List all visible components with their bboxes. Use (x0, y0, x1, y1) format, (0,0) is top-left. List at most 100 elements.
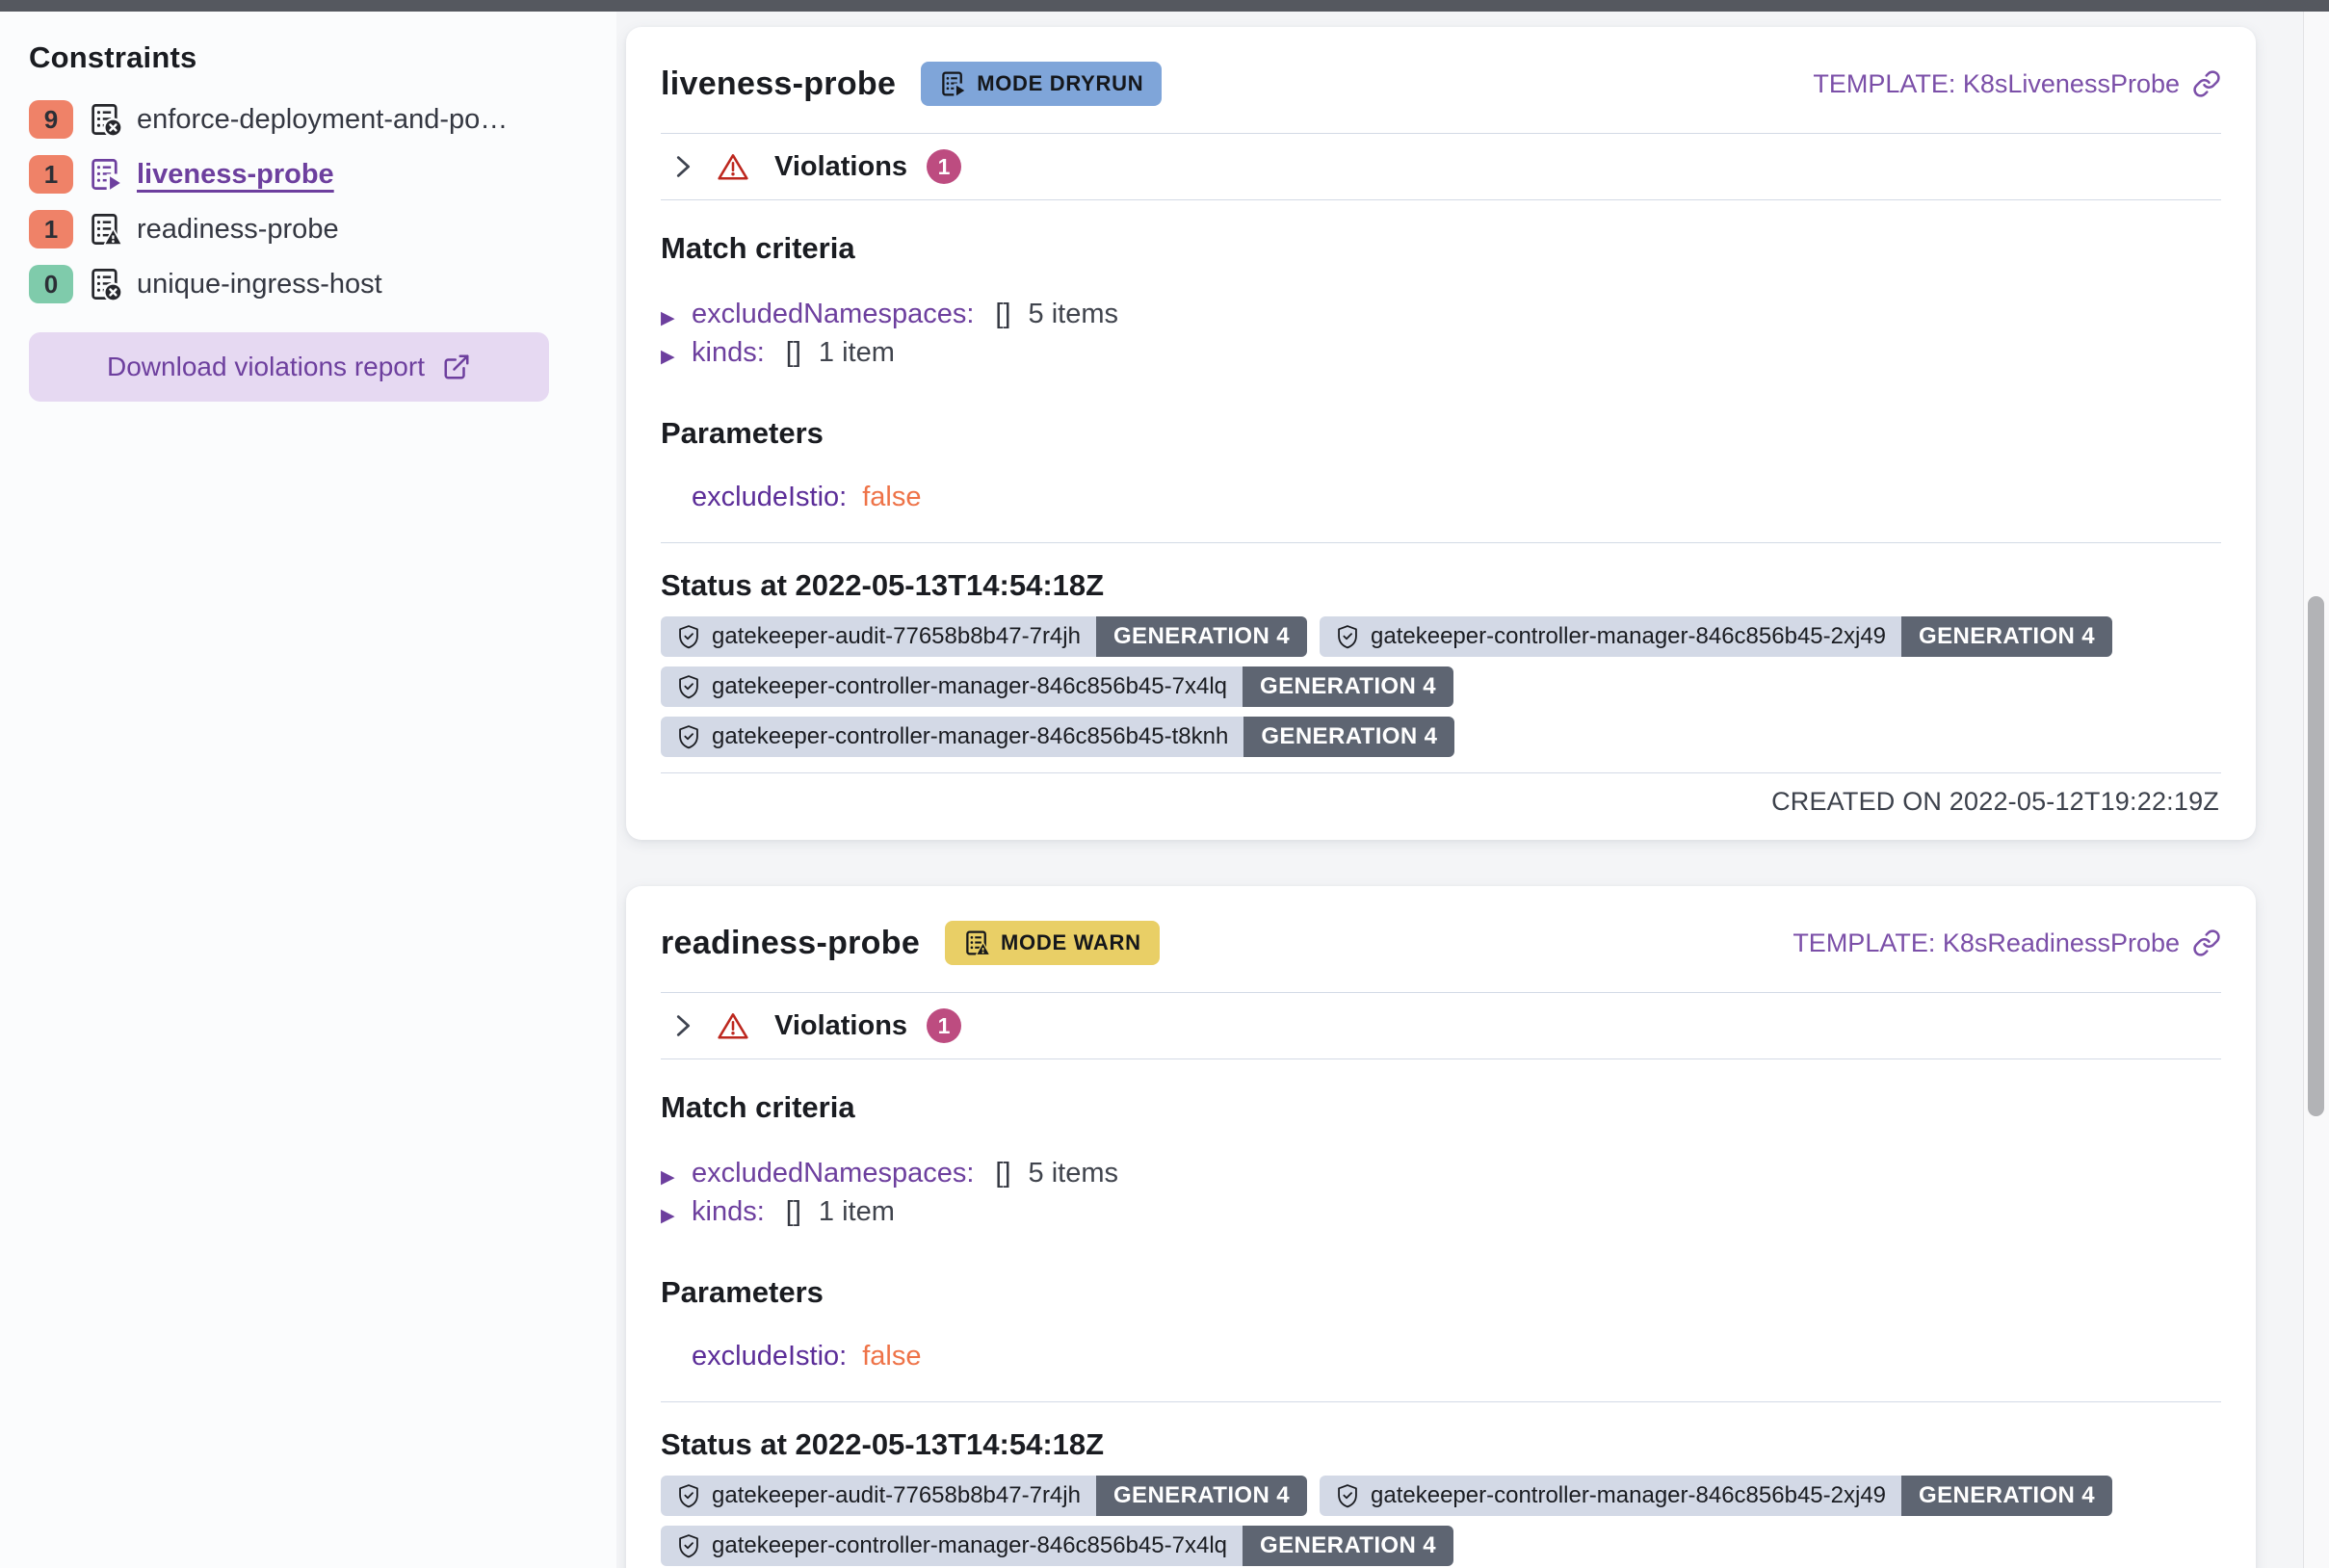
violations-count-badge: 1 (927, 1008, 961, 1043)
pod-status-badge: gatekeeper-audit-77658b8b47-7r4jh GENERA… (661, 1476, 1307, 1516)
pod-name: gatekeeper-controller-manager-846c856b45… (661, 717, 1243, 757)
json-item-count: 5 items (1029, 299, 1118, 330)
pod-status-badge: gatekeeper-controller-manager-846c856b45… (1320, 1476, 2112, 1516)
divider (661, 199, 2221, 200)
warning-triangle-icon (717, 150, 749, 183)
expand-arrow-icon[interactable]: ▶ (661, 1168, 692, 1187)
match-criteria-heading: Match criteria (661, 1090, 2221, 1125)
link-icon (2192, 928, 2221, 957)
ok-count-badge: 0 (29, 265, 73, 303)
mode-badge-label: MODE DRYRUN (977, 71, 1143, 96)
json-bracket: [] (995, 299, 1010, 330)
pod-generation: GENERATION 4 (1243, 717, 1454, 757)
param-key: excludeIstio: (692, 1341, 847, 1372)
pod-generation: GENERATION 4 (1243, 666, 1453, 707)
chevron-right-icon (668, 152, 697, 181)
template-link-label: TEMPLATE: K8sReadinessProbe (1793, 928, 2180, 958)
violations-label: Violations (774, 1010, 907, 1042)
template-link[interactable]: TEMPLATE: K8sLivenessProbe (1813, 69, 2221, 99)
expand-arrow-icon[interactable]: ▶ (661, 348, 692, 366)
json-bracket: [] (995, 1158, 1010, 1189)
json-key[interactable]: excludedNamespaces: (692, 1158, 974, 1189)
violations-count-badge: 1 (927, 149, 961, 184)
download-violations-report-button[interactable]: Download violations report (29, 332, 549, 402)
json-key[interactable]: kinds: (692, 337, 765, 369)
parameters-heading: Parameters (661, 416, 2221, 451)
link-icon (2192, 69, 2221, 98)
mode-badge: MODE WARN (945, 921, 1160, 965)
pod-name: gatekeeper-audit-77658b8b47-7r4jh (661, 616, 1096, 657)
violation-count-badge: 1 (29, 210, 73, 248)
sidebar-item-unique-ingress-host[interactable]: 0 unique-ingress-host (29, 265, 616, 303)
status-pod-badges: gatekeeper-audit-77658b8b47-7r4jh GENERA… (661, 616, 2221, 757)
pod-name: gatekeeper-audit-77658b8b47-7r4jh (661, 1476, 1096, 1516)
json-bracket: [] (786, 337, 801, 369)
match-criteria-json: ▶ excludedNamespaces: [] 5 items ▶ kinds… (661, 1158, 2221, 1235)
violations-accordion[interactable]: Violations 1 (661, 993, 2221, 1058)
pod-status-badge: gatekeeper-audit-77658b8b47-7r4jh GENERA… (661, 616, 1307, 657)
pod-name: gatekeeper-controller-manager-846c856b45… (1320, 1476, 1901, 1516)
constraints-sidebar: Constraints 9 enforce-deployment-and-po…… (0, 12, 616, 1568)
json-row-excludedNamespaces: ▶ excludedNamespaces: [] 5 items (661, 1158, 2221, 1196)
sidebar-item-liveness-probe[interactable]: 1 liveness-probe (29, 155, 616, 194)
constraint-label: liveness-probe (137, 159, 334, 191)
pod-generation: GENERATION 4 (1096, 616, 1307, 657)
doc-dryrun-icon (88, 157, 122, 192)
sidebar-title: Constraints (29, 40, 616, 75)
parameter-row: excludeIstio: false (692, 1341, 2221, 1372)
pod-status-badge: gatekeeper-controller-manager-846c856b45… (661, 666, 1453, 707)
json-item-count: 1 item (819, 337, 895, 369)
json-item-count: 1 item (819, 1196, 895, 1228)
parameter-row: excludeIstio: false (692, 482, 2221, 513)
sidebar-item-enforce-deployment[interactable]: 9 enforce-deployment-and-po… (29, 100, 616, 139)
pod-generation: GENERATION 4 (1901, 616, 2112, 657)
expand-arrow-icon[interactable]: ▶ (661, 1207, 692, 1225)
warning-triangle-icon (717, 1009, 749, 1042)
status-pod-badges: gatekeeper-audit-77658b8b47-7r4jh GENERA… (661, 1476, 2221, 1568)
sidebar-item-readiness-probe[interactable]: 1 readiness-probe (29, 210, 616, 248)
divider (661, 1058, 2221, 1059)
top-edge-bar (0, 0, 2329, 12)
param-value: false (862, 482, 921, 513)
card-header: readiness-probe MODE WARN (661, 886, 2221, 992)
vertical-scrollbar-track[interactable] (2303, 12, 2329, 1568)
vertical-scrollbar-thumb[interactable] (2308, 596, 2324, 1116)
pod-generation: GENERATION 4 (1243, 1526, 1453, 1566)
violations-label: Violations (774, 151, 907, 183)
pod-name: gatekeeper-controller-manager-846c856b45… (661, 666, 1243, 707)
status-heading: Status at 2022-05-13T14:54:18Z (661, 568, 2221, 603)
parameters-heading: Parameters (661, 1275, 2221, 1310)
pod-generation: GENERATION 4 (1096, 1476, 1307, 1516)
constraint-label: enforce-deployment-and-po… (137, 104, 508, 136)
constraints-detail-panel: liveness-probe MODE DRYRUN TEMPLATE: K8s… (616, 12, 2303, 1568)
pod-generation: GENERATION 4 (1901, 1476, 2112, 1516)
param-key: excludeIstio: (692, 482, 847, 513)
pod-status-badge: gatekeeper-controller-manager-846c856b45… (1320, 616, 2112, 657)
expand-arrow-icon[interactable]: ▶ (661, 309, 692, 327)
param-value: false (862, 1341, 921, 1372)
json-key[interactable]: excludedNamespaces: (692, 299, 974, 330)
json-bracket: [] (786, 1196, 801, 1228)
json-key[interactable]: kinds: (692, 1196, 765, 1228)
doc-dryrun-icon (939, 70, 966, 97)
template-link-label: TEMPLATE: K8sLivenessProbe (1813, 69, 2180, 99)
pod-name: gatekeeper-controller-manager-846c856b45… (661, 1526, 1243, 1566)
constraint-card-readiness-probe: readiness-probe MODE WARN (626, 886, 2256, 1568)
json-item-count: 5 items (1029, 1158, 1118, 1189)
json-row-kinds: ▶ kinds: [] 1 item (661, 337, 2221, 376)
chevron-right-icon (668, 1011, 697, 1040)
created-on-timestamp: CREATED ON 2022-05-12T19:22:19Z (661, 773, 2221, 840)
constraint-label: readiness-probe (137, 214, 339, 246)
match-criteria-json: ▶ excludedNamespaces: [] 5 items ▶ kinds… (661, 299, 2221, 376)
mode-badge-label: MODE WARN (1001, 930, 1141, 955)
status-heading: Status at 2022-05-13T14:54:18Z (661, 1427, 2221, 1462)
violations-accordion[interactable]: Violations 1 (661, 134, 2221, 199)
pod-name: gatekeeper-controller-manager-846c856b45… (1320, 616, 1901, 657)
constraint-label: unique-ingress-host (137, 269, 382, 301)
divider (661, 1401, 2221, 1402)
violation-count-badge: 1 (29, 155, 73, 194)
json-row-kinds: ▶ kinds: [] 1 item (661, 1196, 2221, 1235)
template-link[interactable]: TEMPLATE: K8sReadinessProbe (1793, 928, 2221, 958)
json-row-excludedNamespaces: ▶ excludedNamespaces: [] 5 items (661, 299, 2221, 337)
doc-warn-icon (88, 212, 122, 247)
